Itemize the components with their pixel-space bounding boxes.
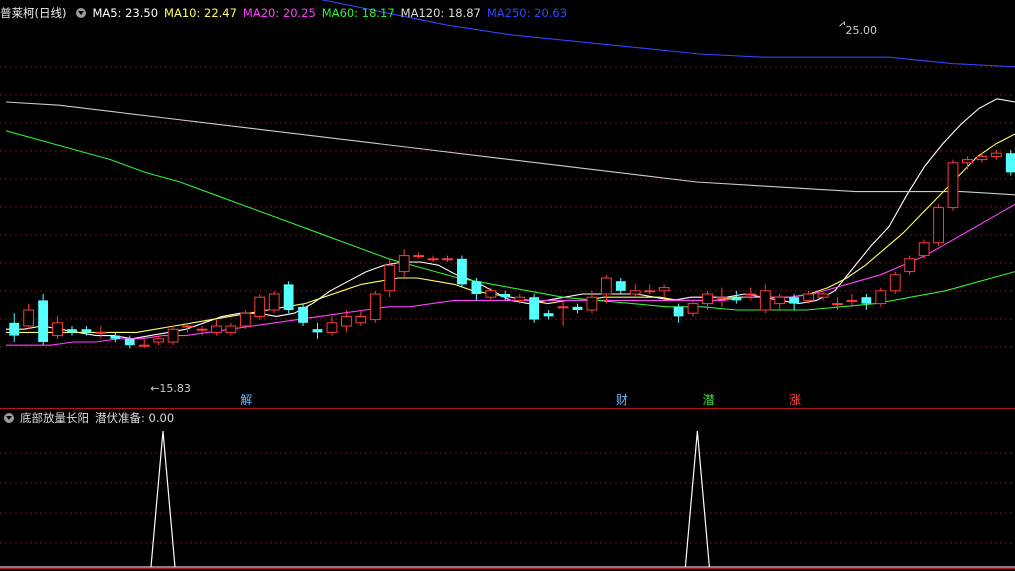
candle-body — [196, 328, 208, 331]
main-chart-header: 普莱柯(日线) MA5: 23.50 MA10: 22.47 MA20: 20.… — [0, 4, 573, 22]
candle-body — [904, 258, 916, 273]
ma-line-ma120 — [5, 101, 1015, 196]
signal-marker[interactable]: 潜 — [701, 393, 715, 408]
candle-body — [832, 303, 843, 306]
ma10-label: MA10: 22.47 — [164, 6, 237, 20]
candle-body — [543, 313, 554, 317]
candle-body — [268, 293, 280, 311]
candle-body — [485, 290, 497, 298]
candle-body — [933, 207, 944, 244]
candle-body — [312, 329, 323, 333]
candle-body — [629, 290, 641, 295]
candle-body — [254, 296, 266, 317]
candle-body — [731, 297, 742, 301]
ma250-label: MA250: 20.63 — [486, 6, 568, 20]
low-price-annotation: ←15.83 — [150, 382, 191, 395]
candle-body — [298, 306, 308, 323]
ma60-label: MA60: 18.17 — [321, 6, 395, 20]
candle-body — [774, 296, 786, 305]
ma120-label: MA120: 18.87 — [400, 6, 481, 20]
candle-body — [1005, 153, 1015, 173]
candle-body — [398, 255, 410, 273]
candle-body — [138, 344, 150, 347]
ma-line-ma20 — [6, 203, 1015, 346]
candle-body — [239, 312, 251, 327]
candle-body — [283, 284, 294, 310]
candle-body — [745, 293, 757, 296]
candle-body — [586, 296, 598, 311]
candle-body — [38, 300, 49, 342]
candle-body — [962, 159, 973, 164]
indicator-header: 底部放量长阳 潜伏准备: 0.00 — [0, 409, 180, 427]
candle-body — [759, 290, 771, 311]
candle-body — [716, 296, 728, 299]
candle-body — [918, 242, 930, 257]
candle-body — [615, 281, 626, 291]
candle-body — [110, 335, 121, 339]
stock-title: 普莱柯(日线) — [0, 6, 67, 20]
signal-marker[interactable]: 解 — [239, 393, 253, 408]
candle-body — [413, 255, 425, 258]
candle-body — [81, 329, 92, 333]
candle-body — [340, 315, 352, 327]
candle-body — [457, 258, 467, 285]
candle-body — [500, 294, 511, 298]
candle-body — [846, 299, 858, 302]
candle-body — [182, 325, 193, 328]
ma-line-ma60 — [5, 130, 1015, 311]
candle-body — [9, 322, 20, 336]
candle-body — [947, 162, 959, 209]
candle-body — [369, 293, 381, 321]
stock-chart: ←15.83 25.00 — [0, 0, 1015, 569]
candle-body — [803, 293, 814, 301]
candle-body — [990, 152, 1002, 157]
high-price-arrow — [839, 20, 845, 27]
candle-body — [687, 303, 699, 314]
ma20-label: MA20: 20.25 — [242, 6, 316, 20]
candle-body — [644, 290, 656, 293]
high-price-annotation: 25.00 — [845, 24, 877, 37]
candle-body — [658, 287, 670, 292]
candle-body — [384, 264, 396, 292]
candle-body — [95, 331, 107, 334]
candle-body — [326, 322, 338, 333]
signal-marker[interactable]: 涨 — [788, 393, 802, 408]
candle-body — [514, 296, 526, 301]
candle-body — [225, 325, 237, 333]
candle-body — [167, 328, 179, 343]
candle-body — [427, 258, 439, 261]
candle-body — [817, 293, 829, 298]
signal-marker[interactable]: 财 — [615, 393, 629, 408]
ma5-label: MA5: 23.50 — [92, 6, 159, 20]
candle-body — [52, 322, 63, 337]
candle-body — [23, 309, 35, 327]
candle-body — [600, 277, 612, 295]
candle-body — [67, 329, 77, 333]
candle-body — [889, 274, 901, 292]
candle-body — [572, 306, 583, 310]
settings-dropdown-icon[interactable] — [76, 8, 87, 18]
candle-body — [211, 325, 222, 333]
candle-body — [673, 306, 684, 317]
candle-body — [557, 306, 569, 309]
indicator-value-label: 潜伏准备: 0.00 — [95, 411, 175, 425]
candle-body — [124, 338, 135, 346]
candle-body — [529, 297, 540, 320]
candle-body — [471, 281, 482, 294]
candle-body — [355, 315, 367, 324]
candle-body — [153, 338, 165, 343]
indicator-settings-icon[interactable] — [4, 413, 14, 423]
indicator-title: 底部放量长阳 — [20, 411, 89, 425]
candle-body — [702, 293, 713, 305]
candle-body — [789, 297, 800, 304]
candle-body — [976, 155, 988, 161]
indicator-spike — [150, 430, 176, 568]
candle-body — [442, 258, 453, 261]
candle-body — [861, 297, 872, 304]
indicator-spike — [684, 430, 710, 568]
candle-body — [875, 290, 887, 305]
